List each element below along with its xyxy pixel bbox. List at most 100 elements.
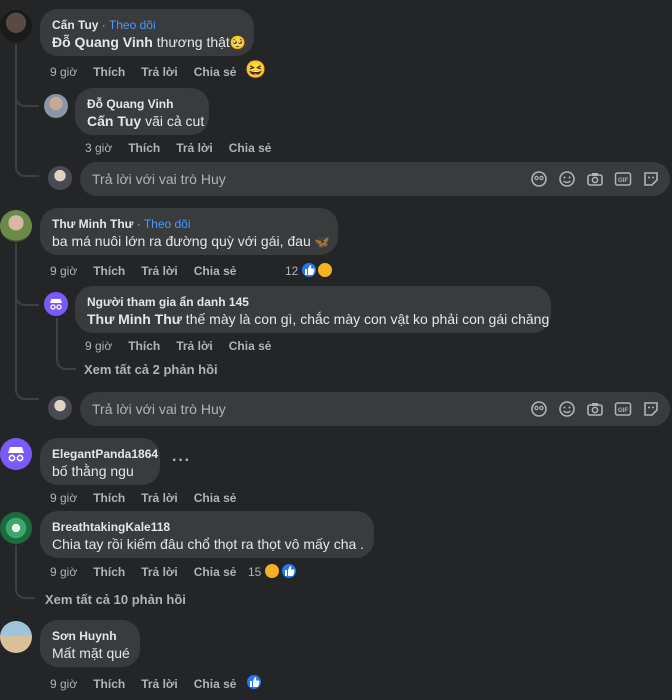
follow-link[interactable]: Theo dõi xyxy=(109,18,156,32)
comment-bubble: Sơn Huynh Mất mặt qué xyxy=(40,620,140,667)
thread-connector xyxy=(15,545,35,599)
comment-actions: 9 giờ Thích Trả lời Chia sẻ xyxy=(50,65,252,79)
like-button[interactable]: Thích xyxy=(128,339,160,353)
camera-icon[interactable] xyxy=(586,170,604,188)
comment-text: Chia tay rồi kiếm đâu chổ thọt ra thọt v… xyxy=(52,536,365,552)
timestamp[interactable]: 9 giờ xyxy=(50,565,77,579)
share-button[interactable]: Chia sẻ xyxy=(194,677,237,691)
see-all-replies-link[interactable]: Xem tất cả 10 phản hồi xyxy=(45,592,186,607)
like-button[interactable]: Thích xyxy=(93,565,125,579)
reply-button[interactable]: Trả lời xyxy=(141,565,178,579)
timestamp[interactable]: 9 giờ xyxy=(50,65,77,79)
anonymous-avatar[interactable] xyxy=(0,438,32,470)
mention-link[interactable]: Đỗ Quang Vinh xyxy=(52,34,153,50)
timestamp[interactable]: 3 giờ xyxy=(85,141,112,155)
thread-connector xyxy=(15,150,39,177)
like-button[interactable]: Thích xyxy=(93,677,125,691)
share-button[interactable]: Chia sẻ xyxy=(229,339,272,353)
incognito-icon xyxy=(8,447,24,462)
comment-bubble: ElegantPanda1864 bố thằng ngu xyxy=(40,438,160,485)
svg-text:GIF: GIF xyxy=(618,408,628,414)
reply-input[interactable]: Trả lời với vai trò Huy GIF xyxy=(80,392,670,426)
thread-line xyxy=(15,243,17,373)
reply-text: Thư Minh Thư thế mày là con gì, chắc mày… xyxy=(87,310,549,329)
haha-reaction-icon[interactable] xyxy=(316,261,334,279)
comment-text: Đỗ Quang Vinh thương thật🥺 xyxy=(52,33,246,52)
avatar-sticker-icon[interactable] xyxy=(530,170,548,188)
thread-connector xyxy=(15,373,39,400)
haha-reaction-icon[interactable] xyxy=(263,562,281,580)
comment-text: ba má nuôi lớn ra đường quỳ với gái, đau… xyxy=(52,232,330,252)
reply-button[interactable]: Trả lời xyxy=(141,677,178,691)
comment-actions: 9 giờ Thích Trả lời Chia sẻ xyxy=(50,264,252,278)
comment-actions: 9 giờ Thích Trả lời Chia sẻ xyxy=(50,565,252,579)
emoji: 🦋 xyxy=(314,235,330,249)
share-button[interactable]: Chia sẻ xyxy=(229,141,272,155)
gif-icon[interactable]: GIF xyxy=(614,170,632,188)
reply-button[interactable]: Trả lời xyxy=(141,491,178,505)
mention-link[interactable]: Cấn Tuy xyxy=(87,113,141,129)
follow-link[interactable]: Theo dõi xyxy=(144,217,191,231)
separator-dot: · xyxy=(98,18,109,32)
reply-input[interactable]: Trả lời với vai trò Huy GIF xyxy=(80,162,670,196)
sticker-icon[interactable] xyxy=(642,170,660,188)
see-all-replies-link[interactable]: Xem tất cả 2 phản hồi xyxy=(84,362,218,377)
share-button[interactable]: Chia sẻ xyxy=(194,565,237,579)
reply-body: thế mày là con gì, chắc mày con vật ko p… xyxy=(181,311,550,327)
like-reaction-icon[interactable] xyxy=(280,562,298,580)
share-button[interactable]: Chia sẻ xyxy=(194,65,237,79)
reaction-count[interactable]: 12 xyxy=(285,264,298,278)
comment-actions: 9 giờ Thích Trả lời Chia sẻ xyxy=(50,677,252,691)
user-avatar[interactable] xyxy=(48,396,72,420)
like-button[interactable]: Thích xyxy=(93,491,125,505)
avatar[interactable] xyxy=(0,512,32,544)
reply-button[interactable]: Trả lời xyxy=(141,264,178,278)
timestamp[interactable]: 9 giờ xyxy=(50,677,77,691)
share-button[interactable]: Chia sẻ xyxy=(194,491,237,505)
comment-author[interactable]: Cấn Tuy xyxy=(52,18,98,32)
like-button[interactable]: Thích xyxy=(128,141,160,155)
reply-author[interactable]: Đỗ Quang Vinh xyxy=(87,96,197,112)
reply-bubble: Người tham gia ẩn danh 145 Thư Minh Thư … xyxy=(75,286,551,333)
reply-placeholder: Trả lời với vai trò Huy xyxy=(92,401,226,417)
timestamp[interactable]: 9 giờ xyxy=(50,264,77,278)
comment-author[interactable]: Sơn Huynh xyxy=(52,628,128,644)
emoji-icon[interactable] xyxy=(558,170,576,188)
avatar[interactable] xyxy=(0,621,32,653)
avatar[interactable] xyxy=(44,94,68,118)
reply-placeholder: Trả lời với vai trò Huy xyxy=(92,171,226,187)
comment-body: ba má nuôi lớn ra đường quỳ với gái, đau xyxy=(52,233,315,249)
svg-text:GIF: GIF xyxy=(618,178,628,184)
separator-dot: · xyxy=(133,217,144,231)
like-reaction-icon[interactable] xyxy=(245,673,263,691)
timestamp[interactable]: 9 giờ xyxy=(50,491,77,505)
reply-author[interactable]: Người tham gia ẩn danh 145 xyxy=(87,294,539,310)
more-options-button[interactable]: ··· xyxy=(172,452,191,470)
comment-author[interactable]: ElegantPanda1864 xyxy=(52,446,158,462)
reply-button[interactable]: Trả lời xyxy=(176,339,213,353)
reaction-count[interactable]: 15 xyxy=(248,565,261,579)
camera-icon[interactable] xyxy=(586,400,604,418)
emoji-icon[interactable] xyxy=(558,400,576,418)
avatar[interactable] xyxy=(0,10,32,42)
avatar[interactable] xyxy=(0,210,32,242)
reply-button[interactable]: Trả lời xyxy=(176,141,213,155)
share-button[interactable]: Chia sẻ xyxy=(194,264,237,278)
comment-bubble: Thư Minh Thư · Theo dõi ba má nuôi lớn r… xyxy=(40,208,338,255)
comment-author[interactable]: BreathtakingKale118 xyxy=(52,519,362,535)
mention-link[interactable]: Thư Minh Thư xyxy=(87,311,182,327)
comment-author[interactable]: Thư Minh Thư xyxy=(52,217,133,231)
like-button[interactable]: Thích xyxy=(93,264,125,278)
like-button[interactable]: Thích xyxy=(93,65,125,79)
avatar-sticker-icon[interactable] xyxy=(530,400,548,418)
user-avatar[interactable] xyxy=(48,166,72,190)
gif-icon[interactable]: GIF xyxy=(614,400,632,418)
anonymous-avatar[interactable] xyxy=(44,292,68,316)
sticker-icon[interactable] xyxy=(642,400,660,418)
reply-text: Cấn Tuy vãi cả cut xyxy=(87,112,204,131)
comment-text: bố thằng ngu xyxy=(52,463,134,479)
haha-reaction-icon[interactable]: 😆 xyxy=(245,60,266,80)
reply-button[interactable]: Trả lời xyxy=(141,65,178,79)
reply-actions: 9 giờ Thích Trả lời Chia sẻ xyxy=(85,339,287,353)
timestamp[interactable]: 9 giờ xyxy=(85,339,112,353)
